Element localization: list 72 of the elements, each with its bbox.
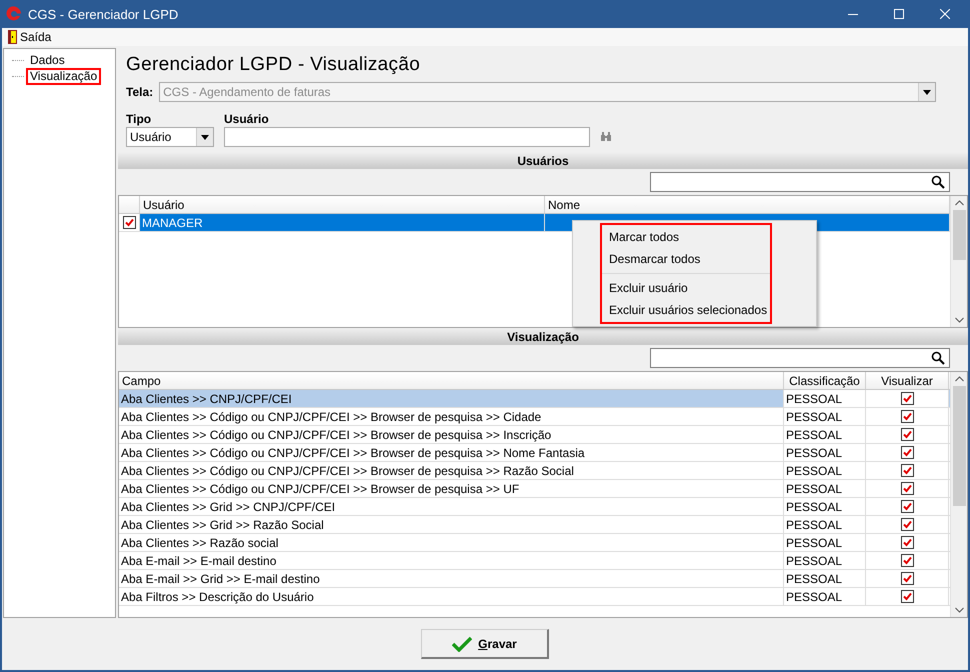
table-row[interactable]: Aba Clientes >> Código ou CNPJ/CPF/CEI >> Browser de pesquisa >> Inscrição PESSOAL <box>119 426 950 444</box>
table-cell: PESSOAL <box>784 588 866 605</box>
table-row[interactable]: Aba Clientes >> Razão social PESSOAL <box>119 534 950 552</box>
table-cell: PESSOAL <box>784 570 866 587</box>
table-cell: PESSOAL <box>784 462 866 479</box>
checkbox[interactable] <box>900 464 914 477</box>
search-icon[interactable] <box>931 351 945 365</box>
scrollbar[interactable] <box>950 372 967 617</box>
table-row[interactable]: Aba Filtros >> Descrição do Usuário PESSOAL <box>119 588 950 606</box>
page-heading: Gerenciador LGPD - Visualização <box>125 53 422 77</box>
binoculars-icon[interactable] <box>600 132 612 142</box>
menu-item[interactable]: Saída <box>5 30 54 44</box>
scrollbar[interactable] <box>950 196 967 327</box>
table-cell: PESSOAL <box>784 444 866 461</box>
checkbox[interactable] <box>900 392 914 405</box>
checkbox[interactable] <box>900 590 914 603</box>
table-cell: MANAGER <box>140 214 545 231</box>
checkbox[interactable] <box>900 554 914 567</box>
checkbox[interactable] <box>900 536 914 549</box>
table-cell: PESSOAL <box>784 408 866 425</box>
table-row[interactable]: Aba Clientes >> Grid >> CNPJ/CPF/CEI PESSOAL <box>119 498 950 516</box>
checkbox[interactable] <box>900 446 914 459</box>
section-header: Visualização <box>118 328 968 345</box>
checkbox[interactable] <box>900 482 914 495</box>
table-cell: PESSOAL <box>784 498 866 515</box>
column-header[interactable]: Visualizar <box>866 372 949 389</box>
checkmark-icon <box>452 636 472 652</box>
caret-icon <box>201 134 209 140</box>
close-icon <box>940 9 950 19</box>
checkbox[interactable] <box>900 518 914 531</box>
table-row[interactable]: Aba Clientes >> Código ou CNPJ/CPF/CEI >> Browser de pesquisa >> Cidade PESSOAL <box>119 408 950 426</box>
caret-icon <box>923 90 932 94</box>
app-logo-icon <box>6 6 22 22</box>
menu-item[interactable]: Desmarcar todos <box>602 248 770 270</box>
table-row[interactable]: Aba Clientes >> CNPJ/CPF/CEI PESSOAL <box>119 390 950 408</box>
table-row[interactable]: Aba Clientes >> Código ou CNPJ/CPF/CEI >> Browser de pesquisa >> Nome Fantasia PESSOAL <box>119 444 950 462</box>
door-icon <box>8 30 17 44</box>
column-header[interactable]: Classificação <box>784 372 866 389</box>
table-cell: PESSOAL <box>784 552 866 569</box>
table-row[interactable]: Aba E-mail >> E-mail destino PESSOAL <box>119 552 950 570</box>
menu-item[interactable]: Excluir usuários selecionados <box>602 299 770 321</box>
table-row[interactable]: Aba Clientes >> Grid >> Razão Social PESSOAL <box>119 516 950 534</box>
tree-item[interactable]: Visualização <box>26 68 102 84</box>
table-cell: PESSOAL <box>784 480 866 497</box>
table-row[interactable]: Aba Clientes >> Código ou CNPJ/CPF/CEI >> Browser de pesquisa >> Razão Social PESSOAL <box>119 462 950 480</box>
search-icon[interactable] <box>931 175 945 189</box>
type-dropdown[interactable]: Usuário <box>126 127 214 147</box>
window-title: CGS - Gerenciador LGPD <box>28 6 180 22</box>
column-header[interactable]: Usuário <box>140 196 545 213</box>
checkbox[interactable] <box>900 500 914 513</box>
field-label: Tela: <box>126 85 154 99</box>
maximize-icon <box>894 9 904 19</box>
checkbox[interactable] <box>122 216 136 229</box>
field-label: Usuário <box>224 112 269 126</box>
save-button[interactable]: Gravar <box>421 629 549 659</box>
section-header: Usuários <box>118 152 968 169</box>
checkbox[interactable] <box>900 572 914 585</box>
table-cell: PESSOAL <box>784 534 866 551</box>
table-row[interactable]: Aba Clientes >> Código ou CNPJ/CPF/CEI >> Browser de pesquisa >> UF PESSOAL <box>119 480 950 498</box>
search-field[interactable] <box>650 172 950 192</box>
table-cell: PESSOAL <box>784 426 866 443</box>
table-row[interactable]: Aba E-mail >> Grid >> E-mail destino PESSOAL <box>119 570 950 588</box>
table-cell: PESSOAL <box>784 516 866 533</box>
tree-item[interactable]: Dados <box>26 52 69 68</box>
field-label: Tipo <box>126 112 152 126</box>
checkbox[interactable] <box>900 428 914 441</box>
search-field[interactable] <box>650 348 950 368</box>
table-cell: PESSOAL <box>784 390 866 407</box>
checkbox[interactable] <box>900 410 914 423</box>
column-header[interactable]: Campo <box>119 372 784 389</box>
user-field[interactable] <box>224 127 590 147</box>
menu-item[interactable]: Excluir usuário <box>602 277 770 299</box>
